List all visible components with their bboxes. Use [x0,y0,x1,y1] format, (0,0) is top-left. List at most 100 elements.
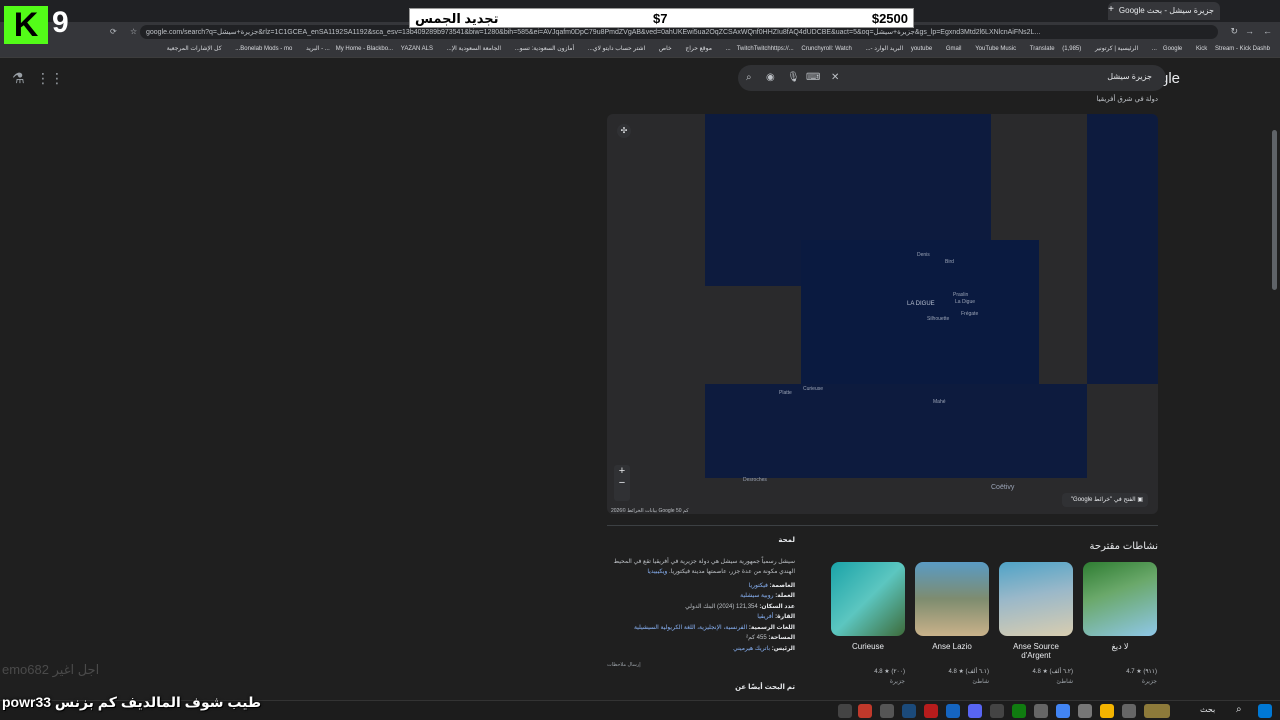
bookmark-item[interactable]: الرئيسية | كرتونير [1095,46,1138,52]
feedback-link[interactable]: إرسال ملاحظات [607,660,795,671]
back-icon[interactable]: ← [1263,26,1272,36]
taskbar-app-icon[interactable] [880,704,894,718]
activity-card[interactable]: لا ديغ 4.7 ★ (٩١١) جزيرة [1083,562,1157,694]
bookmark-item[interactable]: Gmail [946,46,962,52]
taskbar-app-icon[interactable] [1034,704,1048,718]
bookmark-item[interactable]: My Home - Blackbo... [336,46,393,52]
overview-panel: لمحة سيشل رسمياً جمهورية سيشل هي دولة جز… [607,536,795,696]
fact-value[interactable]: فيكتوريا [749,583,768,589]
banner-mid: $7 [653,11,668,26]
open-in-maps-label: الفتح في "خرائط Google" [1070,497,1136,503]
wikipedia-link[interactable]: ويكيبيديا [647,569,667,575]
bookmark-item[interactable]: موقع حراج [685,46,712,52]
fact-value[interactable]: أفريقيا [757,614,773,620]
taskbar-app-icon[interactable] [902,704,916,718]
taskbar-app-icon[interactable] [1078,704,1092,718]
labs-icon[interactable]: ⚗ [12,70,25,87]
fact-value[interactable]: باتريك هيرميني [733,646,770,652]
bookmark-item[interactable]: YouTube Music [975,46,1016,52]
forward-icon[interactable]: → [1245,26,1254,36]
activity-kind: جزيرة [889,679,905,685]
taskbar-app-icon[interactable] [1100,704,1114,718]
activity-card[interactable]: Anse Source d'Argent 4.8 ★ (٦.٢ ألف) شاط… [999,562,1073,694]
map-label: Platte [779,390,792,396]
bookmark-item[interactable]: Bonelab Mods - mo... [235,46,292,52]
map-panel[interactable]: LA DIGUE Denis Bird Praslin La Digue Fré… [607,114,1158,514]
clear-icon[interactable]: ✕ [831,72,839,83]
activity-name: لا ديغ [1111,642,1129,651]
active-tab[interactable]: جزيرة سيشل - بحث Google [1108,2,1220,20]
taskbar-app-icon[interactable] [858,704,872,718]
taskbar-app-icon[interactable] [1122,704,1136,718]
bookmark-item[interactable]: اشتر حساب دايتو لاي... [588,46,645,52]
open-in-maps-button[interactable]: ▣ الفتح في "خرائط Google" [1062,493,1148,507]
activity-image [1083,562,1157,636]
activity-rating: 4.8 ★ (٦.١ ألف) [948,669,989,675]
mic-icon[interactable]: 🎙 [787,72,800,83]
taskbar-app-icon[interactable] [838,704,852,718]
activity-name: Anse Source d'Argent [1013,642,1059,660]
activity-card[interactable]: Curieuse 4.8 ★ (٢٠٠) جزيرة [831,562,905,694]
activities-title: نشاطات مقترحة [1089,541,1158,552]
entity-subtitle: دولة في شرق أفريقيا [1096,96,1158,103]
url-text: google.com/search?q=جزيرة+سيشل&rlz=1C1GC… [146,29,1041,36]
search-input[interactable]: جزيرة سيشل [738,65,1166,91]
start-button[interactable] [1258,704,1272,718]
bookmark-item[interactable]: TwitchTwitchhttps://... [737,46,794,52]
fact-row: الرئيس: باتريك هيرميني [607,644,795,655]
keyboard-icon[interactable]: ⌨ [806,72,820,83]
fact-value[interactable]: الفرنسية، الإنجليزية، اللغة الكريولية ال… [634,625,747,631]
map-label: Curieuse [803,386,824,392]
bookmark-item[interactable]: Google [1163,46,1182,52]
refresh-icon[interactable]: ↻ [1230,26,1238,37]
banner-left: تجديد الجمس [415,11,499,26]
activity-card[interactable]: Anse Lazio 4.8 ★ (٦.١ ألف) شاطئ [915,562,989,694]
reload-icon[interactable]: ⟳ [110,27,117,36]
taskbar-search[interactable]: بحث [1200,705,1215,714]
fact-value: 455 كم² [746,635,767,641]
lens-icon[interactable]: ◉ [766,72,775,83]
zoom-out-button[interactable]: − [614,477,630,489]
all-bookmarks[interactable]: كل الإشارات المرجعية [167,46,222,52]
taskbar-app-icon[interactable] [1144,704,1170,718]
taskbar-app-icon[interactable] [1012,704,1026,718]
taskbar-app-icon[interactable] [990,704,1004,718]
activity-image [999,562,1073,636]
fact-row: عدد السكان: 121,354 (2024) البنك الدولي [607,602,795,613]
fact-key: الرئيس: [771,645,795,652]
page-scrollbar[interactable] [1272,130,1277,290]
bookmark-item[interactable]: خاص [659,46,672,52]
map-label: Mahé [933,399,946,405]
search-icon[interactable]: ⌕ [746,72,752,83]
fact-row: العملة: روبية سيشلية [607,591,795,602]
activity-kind: جزيرة [1141,679,1157,685]
chat-overlay-bottom: powr33 طيب شوف المالديف كم بزنس [2,694,262,710]
taskbar-app-icon[interactable] [946,704,960,718]
fact-key: المساحة: [768,635,795,641]
bookmark-item[interactable]: أمازون السعودية: تسو... [515,46,574,52]
tab-title: جزيرة سيشل - بحث Google [1118,6,1214,15]
fact-key: القارة: [775,614,795,620]
apps-grid-icon[interactable]: ⋮⋮ [36,70,64,87]
taskbar-app-icon[interactable] [1056,704,1070,718]
search-query: جزيرة سيشل [1107,72,1152,81]
bookmark-item[interactable]: Translate [1030,46,1055,52]
activity-name: Anse Lazio [932,642,972,651]
bookmark-item[interactable]: Kick [1196,46,1207,52]
search-icon[interactable]: ⌕ [1236,704,1242,715]
bookmark-star-icon[interactable]: ☆ [130,27,137,36]
people-also-search-title: تم البحث أيضًا عن [735,683,795,691]
fact-row: القارة: أفريقيا [607,612,795,623]
map-zoom-control: + − [614,465,630,501]
bookmark-item[interactable]: الجامعة السعودية الإ... [447,46,501,52]
activity-kind: شاطئ [1056,679,1073,685]
new-tab-button[interactable]: + [1108,4,1114,15]
taskbar-app-icon[interactable] [968,704,982,718]
activity-rating: 4.8 ★ (٦.٢ ألف) [1032,669,1073,675]
activity-kind: شاطئ [972,679,989,685]
bookmark-item[interactable]: youtube [911,46,932,52]
taskbar-app-icon[interactable] [924,704,938,718]
expand-map-icon[interactable]: ✣ [617,124,631,138]
zoom-in-button[interactable]: + [614,465,630,477]
fact-value[interactable]: روبية سيشلية [740,593,773,599]
